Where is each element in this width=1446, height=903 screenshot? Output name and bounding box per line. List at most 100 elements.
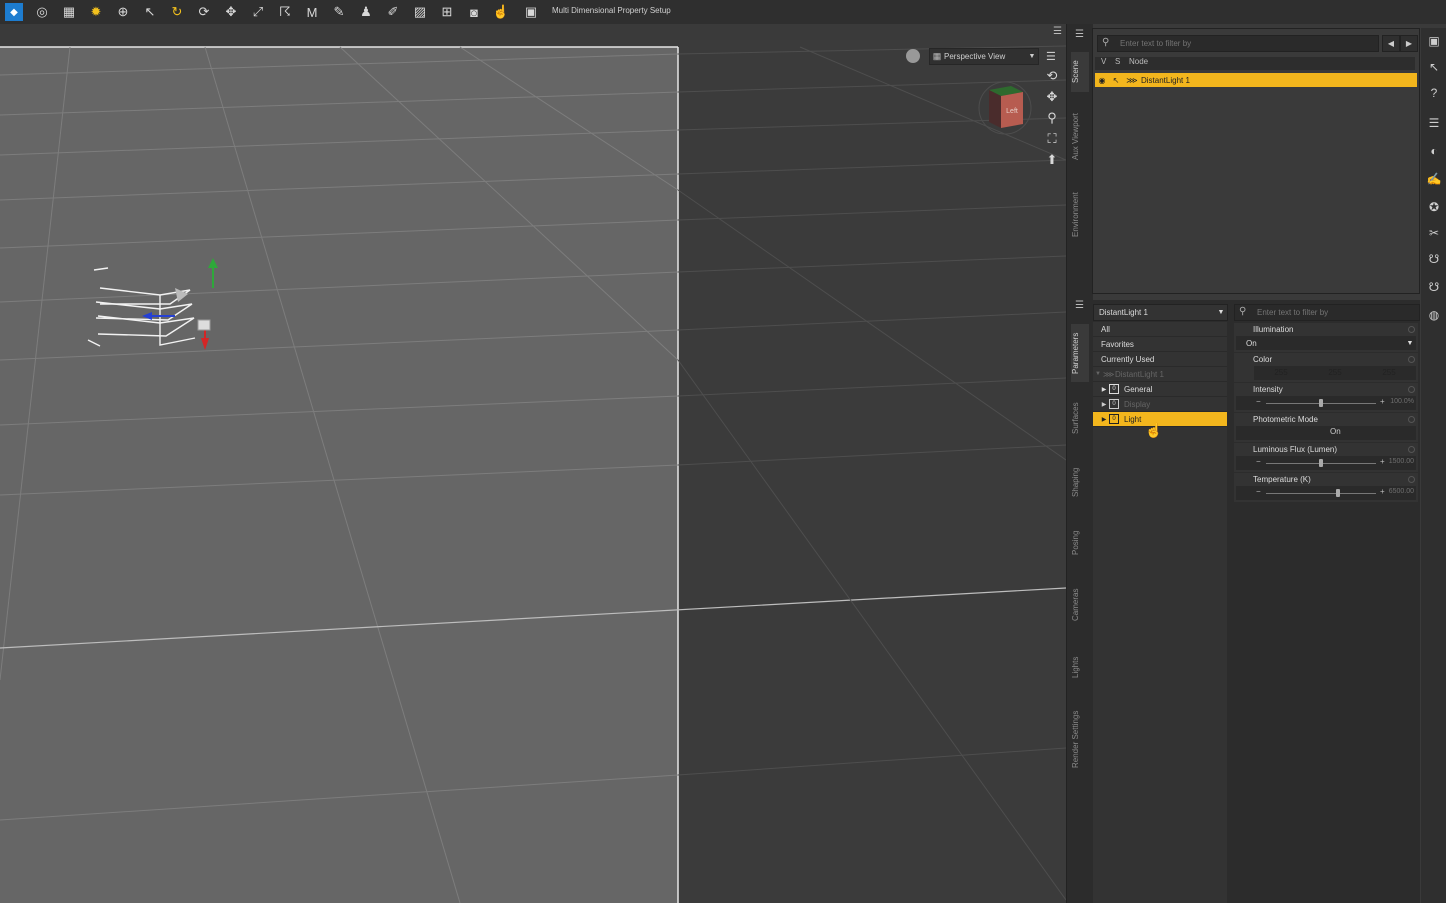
col-node[interactable]: Node xyxy=(1123,57,1148,70)
tab-parameters[interactable]: Parameters xyxy=(1071,324,1089,382)
tab-posing[interactable]: Posing xyxy=(1071,522,1089,564)
light-bulb-icon[interactable]: ✹ xyxy=(87,3,105,21)
navigation-cube[interactable]: Left xyxy=(975,78,1035,138)
illumination-dropdown[interactable]: On ▼ xyxy=(1236,336,1416,350)
col-visibility[interactable]: V xyxy=(1095,57,1109,70)
viewport[interactable]: ▦ Perspective View ▼ ☰ Left ⟲ ✥ ⚲ ⛶ ⬆ xyxy=(0,40,1066,903)
figure-icon[interactable]: ♟ xyxy=(357,3,375,21)
slider-thumb[interactable] xyxy=(1335,489,1340,497)
node-selector[interactable]: DistantLight 1 ▼ xyxy=(1093,304,1228,321)
select-arrow-icon[interactable]: ↖ xyxy=(1109,76,1123,85)
photometric-toggle[interactable]: On xyxy=(1236,426,1416,440)
prop-options-icon[interactable] xyxy=(1408,386,1415,393)
temperature-slider[interactable]: − + 6500.00 xyxy=(1236,486,1416,500)
color-g-value[interactable]: 255 xyxy=(1308,366,1362,380)
decrement-button[interactable]: − xyxy=(1256,397,1261,406)
decrement-button[interactable]: − xyxy=(1256,457,1261,466)
layout-icon[interactable]: ☰ xyxy=(1425,114,1443,132)
region-icon[interactable]: ⊞ xyxy=(438,3,456,21)
tab-surfaces[interactable]: Surfaces xyxy=(1071,394,1089,442)
tab-cameras[interactable]: Cameras xyxy=(1071,580,1089,630)
shape-icon[interactable]: ✪ xyxy=(1425,198,1443,216)
view-camera-globe-icon[interactable] xyxy=(906,49,920,63)
daz-store-icon[interactable]: ▣ xyxy=(1425,32,1443,50)
scale-icon[interactable]: ⤢ xyxy=(249,3,267,21)
rotate-icon[interactable]: ⟳ xyxy=(195,3,213,21)
tab-environment[interactable]: Environment xyxy=(1071,184,1089,246)
group-item-display[interactable]: ▶ 0 Display xyxy=(1093,397,1227,412)
group-item-general[interactable]: ▶ 0 General xyxy=(1093,382,1227,397)
figure-setup-icon[interactable]: ☋ xyxy=(1425,250,1443,268)
whats-this-icon[interactable]: ↖ xyxy=(1425,58,1443,76)
node-weight-icon[interactable]: ☈ xyxy=(276,3,294,21)
pointer-icon[interactable]: ↖ xyxy=(141,3,159,21)
group-item-favorites[interactable]: Favorites xyxy=(1093,337,1227,352)
luminous-flux-slider[interactable]: − + 1500.00 xyxy=(1236,456,1416,470)
prop-options-icon[interactable] xyxy=(1408,416,1415,423)
group-item-distantlight[interactable]: ▼ ⋙ DistantLight 1 xyxy=(1093,367,1227,382)
slider-value[interactable]: 1500.00 xyxy=(1389,458,1414,465)
daz-logo-icon[interactable]: ◆ xyxy=(5,3,23,21)
group-item-currently-used[interactable]: Currently Used xyxy=(1093,352,1227,367)
render-icon[interactable]: ▣ xyxy=(522,3,540,21)
spot-render-icon[interactable]: ✐ xyxy=(384,3,402,21)
increment-button[interactable]: + xyxy=(1380,487,1385,496)
slider-thumb[interactable] xyxy=(1319,459,1323,467)
expand-arrow-icon[interactable]: ▶ xyxy=(1099,416,1109,423)
view-selector[interactable]: ▦ Perspective View ▼ xyxy=(929,48,1039,65)
parameters-pane-menu-icon[interactable]: ☰ xyxy=(1075,300,1084,311)
slider-thumb[interactable] xyxy=(1319,399,1323,407)
color-swatch[interactable]: 255 255 255 xyxy=(1254,366,1416,380)
help-icon[interactable]: ? xyxy=(1425,84,1443,102)
tab-lights[interactable]: Lights xyxy=(1071,648,1089,686)
morph-loader-icon[interactable]: ☋ xyxy=(1425,278,1443,296)
increment-button[interactable]: + xyxy=(1380,457,1385,466)
prop-options-icon[interactable] xyxy=(1408,356,1415,363)
decrement-button[interactable]: − xyxy=(1256,487,1261,496)
tab-render-settings[interactable]: Render Settings xyxy=(1071,702,1089,776)
surface-selection-icon[interactable]: ▨ xyxy=(411,3,429,21)
morph-icon[interactable]: M xyxy=(303,3,321,21)
expand-arrow-icon[interactable]: ▼ xyxy=(1093,371,1103,377)
color-r-value[interactable]: 255 xyxy=(1254,366,1308,380)
pan-icon[interactable]: ✥ xyxy=(1044,89,1060,105)
slider-value[interactable]: 100.0% xyxy=(1390,398,1414,405)
scene-filter-input[interactable] xyxy=(1120,37,1370,49)
tool-settings-icon[interactable]: ✂ xyxy=(1425,224,1443,242)
increment-button[interactable]: + xyxy=(1380,397,1385,406)
camera-tool-icon[interactable]: ◙ xyxy=(465,3,483,21)
translate-icon[interactable]: ✥ xyxy=(222,3,240,21)
main-layout-menu-icon[interactable]: ☰ xyxy=(1053,26,1062,37)
eye-icon[interactable]: ◉ xyxy=(1095,76,1109,85)
col-selectability[interactable]: S xyxy=(1109,57,1123,70)
zoom-icon[interactable]: ⚲ xyxy=(1044,110,1060,126)
tab-aux-viewport[interactable]: Aux Viewport xyxy=(1071,104,1089,170)
pose-tool-icon[interactable]: ☝ xyxy=(492,3,510,21)
slider-track[interactable] xyxy=(1266,493,1376,494)
property-filter-input[interactable] xyxy=(1257,306,1415,318)
film-icon[interactable]: ▦ xyxy=(60,3,78,21)
expand-arrow-icon[interactable]: ▶ xyxy=(1099,401,1109,408)
prop-options-icon[interactable] xyxy=(1408,446,1415,453)
scene-node-row[interactable]: ◉ ↖ ⋙ DistantLight 1 xyxy=(1095,73,1417,87)
prop-options-icon[interactable] xyxy=(1408,326,1415,333)
orbit-icon[interactable]: ⟲ xyxy=(1044,68,1060,84)
intensity-slider[interactable]: − + 100.0% xyxy=(1236,396,1416,410)
scene-prev-button[interactable]: ◀ xyxy=(1382,35,1400,52)
group-item-all[interactable]: All xyxy=(1093,322,1227,337)
reset-view-icon[interactable]: ⬆ xyxy=(1044,152,1060,168)
color-b-value[interactable]: 255 xyxy=(1362,366,1416,380)
scene-next-button[interactable]: ▶ xyxy=(1400,35,1418,52)
content-library-icon[interactable]: ◐ xyxy=(1425,142,1443,160)
scene-pane-menu-icon[interactable]: ☰ xyxy=(1075,29,1084,40)
pose-icon[interactable]: ✍ xyxy=(1425,170,1443,188)
viewport-options-icon[interactable]: ☰ xyxy=(1046,50,1056,63)
tab-shaping[interactable]: Shaping xyxy=(1071,460,1089,504)
geometry-editor-icon[interactable]: ✎ xyxy=(330,3,348,21)
prop-options-icon[interactable] xyxy=(1408,476,1415,483)
universal-tool-icon[interactable]: ⊕ xyxy=(114,3,132,21)
tab-scene[interactable]: Scene xyxy=(1071,52,1089,92)
expand-arrow-icon[interactable]: ▶ xyxy=(1099,386,1109,393)
frame-icon[interactable]: ⛶ xyxy=(1044,131,1060,147)
target-icon[interactable]: ◎ xyxy=(33,3,51,21)
